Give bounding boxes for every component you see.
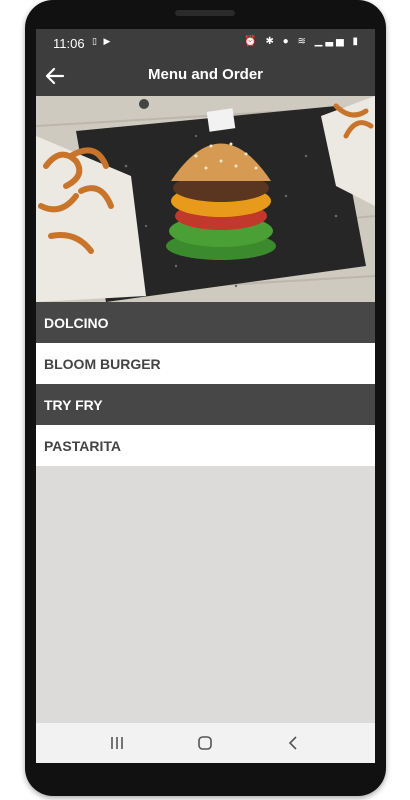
hero-image [36, 96, 375, 302]
nav-back-button[interactable] [278, 731, 308, 755]
recent-apps-button[interactable] [102, 731, 132, 755]
menu-item-dolcino[interactable]: DOLCINO [36, 302, 375, 343]
status-right-icons: ⏰ ✱ ● ≋ ▁▃▅ ▮ [244, 36, 361, 47]
youtube-icon: ▶ [103, 36, 113, 46]
app-bar: Menu and Order [36, 55, 375, 96]
phone-speaker [175, 10, 235, 16]
notification-icon: ▯ [92, 36, 99, 46]
alarm-icon: ⏰ [244, 36, 260, 47]
burger-and-fries-photo [36, 96, 375, 302]
menu-item-label: TRY FRY [44, 396, 103, 413]
system-nav-bar [36, 723, 375, 763]
menu-item-try-fry[interactable]: TRY FRY [36, 384, 375, 425]
signal-icon: ▁▃▅ [314, 36, 347, 47]
bluetooth-icon: ✱ [265, 36, 277, 47]
status-bar: 11:06 ▯ ▶ ⏰ ✱ ● ≋ ▁▃▅ ▮ [36, 29, 375, 55]
status-left-icons: ▯ ▶ [92, 36, 112, 47]
battery-icon: ▮ [352, 36, 361, 47]
home-button[interactable] [190, 731, 220, 755]
menu-item-label: BLOOM BURGER [44, 355, 161, 372]
app-screen: 11:06 ▯ ▶ ⏰ ✱ ● ≋ ▁▃▅ ▮ Menu and Order D… [36, 29, 375, 763]
menu-item-bloom-burger[interactable]: BLOOM BURGER [36, 343, 375, 384]
menu-item-pastarita[interactable]: PASTARITA [36, 425, 375, 466]
menu-item-label: DOLCINO [44, 314, 109, 331]
home-icon [198, 736, 212, 750]
menu-item-label: PASTARITA [44, 437, 121, 454]
recent-apps-icon [111, 737, 123, 749]
status-time: 11:06 [53, 36, 85, 51]
menu-list: DOLCINO BLOOM BURGER TRY FRY PASTARITA [36, 302, 375, 466]
location-icon: ● [282, 36, 292, 47]
back-icon [288, 736, 297, 750]
page-title: Menu and Order [147, 66, 263, 83]
phone-frame: 11:06 ▯ ▶ ⏰ ✱ ● ≋ ▁▃▅ ▮ Menu and Order D… [25, 0, 386, 796]
wifi-icon: ≋ [297, 36, 309, 47]
